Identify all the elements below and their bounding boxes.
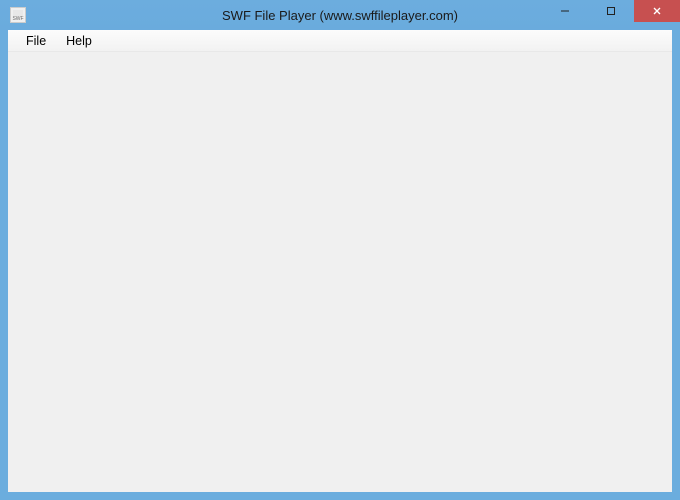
client-area: File Help: [8, 30, 672, 492]
app-icon: SWF: [10, 7, 26, 23]
minimize-icon: [560, 6, 570, 16]
close-icon: [652, 6, 662, 16]
minimize-button[interactable]: [542, 0, 588, 22]
menu-help[interactable]: Help: [56, 32, 102, 50]
maximize-icon: [606, 6, 616, 16]
menubar: File Help: [8, 30, 672, 52]
close-button[interactable]: [634, 0, 680, 22]
window-controls: [542, 0, 680, 22]
app-icon-label: SWF: [12, 16, 23, 22]
titlebar[interactable]: SWF SWF File Player (www.swffileplayer.c…: [0, 0, 680, 30]
application-window: SWF SWF File Player (www.swffileplayer.c…: [0, 0, 680, 500]
maximize-button[interactable]: [588, 0, 634, 22]
menu-file[interactable]: File: [16, 32, 56, 50]
content-area: [8, 52, 672, 492]
